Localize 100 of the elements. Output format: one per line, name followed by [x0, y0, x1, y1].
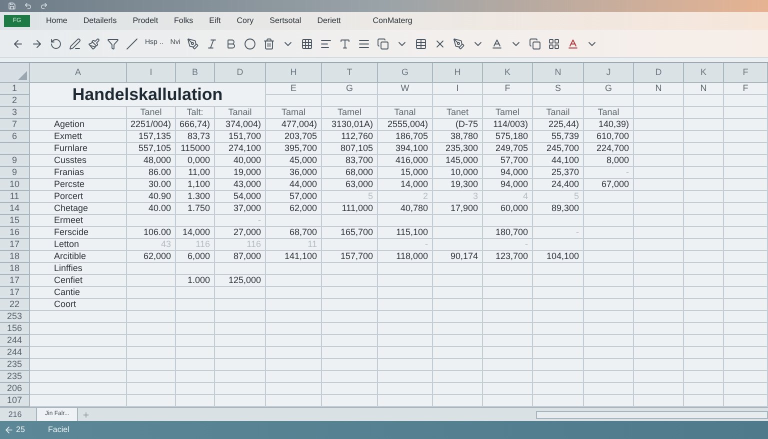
- row-header[interactable]: 18: [0, 251, 30, 263]
- row-header[interactable]: 9: [0, 155, 30, 167]
- lines-icon[interactable]: [358, 38, 370, 50]
- pen-icon[interactable]: [69, 38, 81, 50]
- redo-icon[interactable]: [40, 2, 48, 10]
- column-header[interactable]: H: [433, 63, 483, 83]
- row-header[interactable]: 11: [0, 191, 30, 203]
- table-cell: 60,000: [483, 203, 533, 215]
- grid-icon[interactable]: [548, 38, 560, 50]
- brush-icon[interactable]: [88, 38, 100, 50]
- column-header[interactable]: T: [322, 63, 378, 83]
- menu-tab[interactable]: Deriett: [309, 13, 349, 29]
- italic-icon[interactable]: [206, 38, 218, 50]
- bin-icon[interactable]: [263, 38, 276, 50]
- menu-tab[interactable]: Prodelt: [124, 13, 166, 29]
- table-cell: Talt:: [176, 107, 215, 119]
- table-cell: [684, 383, 724, 395]
- table-cell: [127, 263, 176, 275]
- row-header[interactable]: 15: [0, 215, 30, 227]
- row-header[interactable]: 235: [0, 371, 30, 383]
- table-cell: 225,44): [533, 119, 584, 131]
- column-header[interactable]: H: [266, 63, 322, 83]
- column-header[interactable]: A: [30, 63, 127, 83]
- column-header[interactable]: N: [533, 63, 584, 83]
- menu-tab[interactable]: Cory: [228, 13, 262, 29]
- column-header[interactable]: K: [483, 63, 533, 83]
- table-cell: [215, 323, 266, 335]
- arrow-left-icon[interactable]: [4, 425, 14, 435]
- row-header[interactable]: 156: [0, 323, 30, 335]
- menu-tab[interactable]: Sertsotal: [262, 13, 310, 29]
- table-cell: [483, 371, 533, 383]
- row-header[interactable]: 17: [0, 239, 30, 251]
- refresh-icon[interactable]: [50, 38, 62, 50]
- bold-icon[interactable]: [225, 38, 238, 50]
- table-cell: 10,000: [433, 167, 483, 179]
- menu-tab[interactable]: Home: [38, 13, 76, 29]
- text-icon[interactable]: [339, 38, 352, 50]
- forward-icon[interactable]: [31, 38, 43, 50]
- row-header[interactable]: 17: [0, 287, 30, 299]
- row-header[interactable]: 7: [0, 119, 30, 131]
- menu-tab[interactable]: Folks: [166, 13, 202, 29]
- row-header[interactable]: 216: [0, 408, 30, 420]
- table-cell: 115000: [176, 143, 215, 155]
- font-color-icon[interactable]: [567, 38, 580, 50]
- row-header[interactable]: 9: [0, 167, 30, 179]
- pen-icon[interactable]: [453, 38, 466, 50]
- column-header[interactable]: I: [127, 63, 176, 83]
- row-header[interactable]: 244: [0, 335, 30, 347]
- column-header[interactable]: J: [584, 63, 634, 83]
- back-icon[interactable]: [12, 38, 24, 50]
- row-header[interactable]: 235: [0, 359, 30, 371]
- horizontal-scrollbar[interactable]: [536, 410, 768, 418]
- table-cell: [684, 335, 724, 347]
- table-cell: 62,000: [266, 203, 322, 215]
- table-cell: 575,180: [483, 131, 533, 143]
- table-cell: [533, 311, 584, 323]
- circle-icon[interactable]: [244, 38, 256, 50]
- column-header[interactable]: F: [724, 63, 768, 83]
- slash-icon[interactable]: [126, 38, 138, 50]
- column-header[interactable]: D: [215, 63, 266, 83]
- row-header[interactable]: 6: [0, 131, 30, 143]
- row-header[interactable]: 2: [0, 95, 30, 107]
- table-cell: 40.90: [127, 191, 176, 203]
- row-header[interactable]: 206: [0, 383, 30, 395]
- menu-tab[interactable]: ConMaterg: [364, 13, 420, 29]
- undo-icon[interactable]: [24, 2, 32, 10]
- table-cell: [176, 215, 215, 227]
- column-header[interactable]: B: [176, 63, 215, 83]
- table-cell: 40,000: [215, 155, 266, 167]
- row-header[interactable]: 16: [0, 227, 30, 239]
- table-cell: [584, 227, 634, 239]
- row-header[interactable]: 3: [0, 107, 30, 119]
- row-header[interactable]: 253: [0, 311, 30, 323]
- save-icon[interactable]: [8, 2, 16, 10]
- row-header[interactable]: 1: [0, 83, 30, 95]
- table-icon[interactable]: [415, 38, 428, 50]
- row-header[interactable]: 22: [0, 299, 30, 311]
- column-header[interactable]: K: [684, 63, 724, 83]
- pen-icon[interactable]: [187, 38, 200, 50]
- column-header[interactable]: D: [634, 63, 684, 83]
- menu-tab[interactable]: Eift: [201, 13, 229, 29]
- column-header[interactable]: G: [378, 63, 433, 83]
- table-cell: [684, 287, 724, 299]
- copy-icon[interactable]: [529, 38, 542, 50]
- row-header[interactable]: 244: [0, 347, 30, 359]
- grid-icon[interactable]: [301, 38, 314, 50]
- row-header[interactable]: 10: [0, 179, 30, 191]
- row-header[interactable]: 17: [0, 275, 30, 287]
- row-header[interactable]: 107: [0, 395, 30, 407]
- font-color-icon[interactable]: [491, 38, 504, 50]
- menu-tab[interactable]: Detailerls: [75, 13, 125, 29]
- row-header[interactable]: 14: [0, 203, 30, 215]
- table-cell: [634, 359, 684, 371]
- align-icon[interactable]: [320, 38, 332, 50]
- table-cell: [322, 371, 378, 383]
- copy-icon[interactable]: [377, 38, 390, 50]
- filter-icon[interactable]: [107, 38, 119, 50]
- close-icon[interactable]: [434, 38, 446, 50]
- row-header[interactable]: 18: [0, 263, 30, 275]
- table-cell: [634, 107, 684, 119]
